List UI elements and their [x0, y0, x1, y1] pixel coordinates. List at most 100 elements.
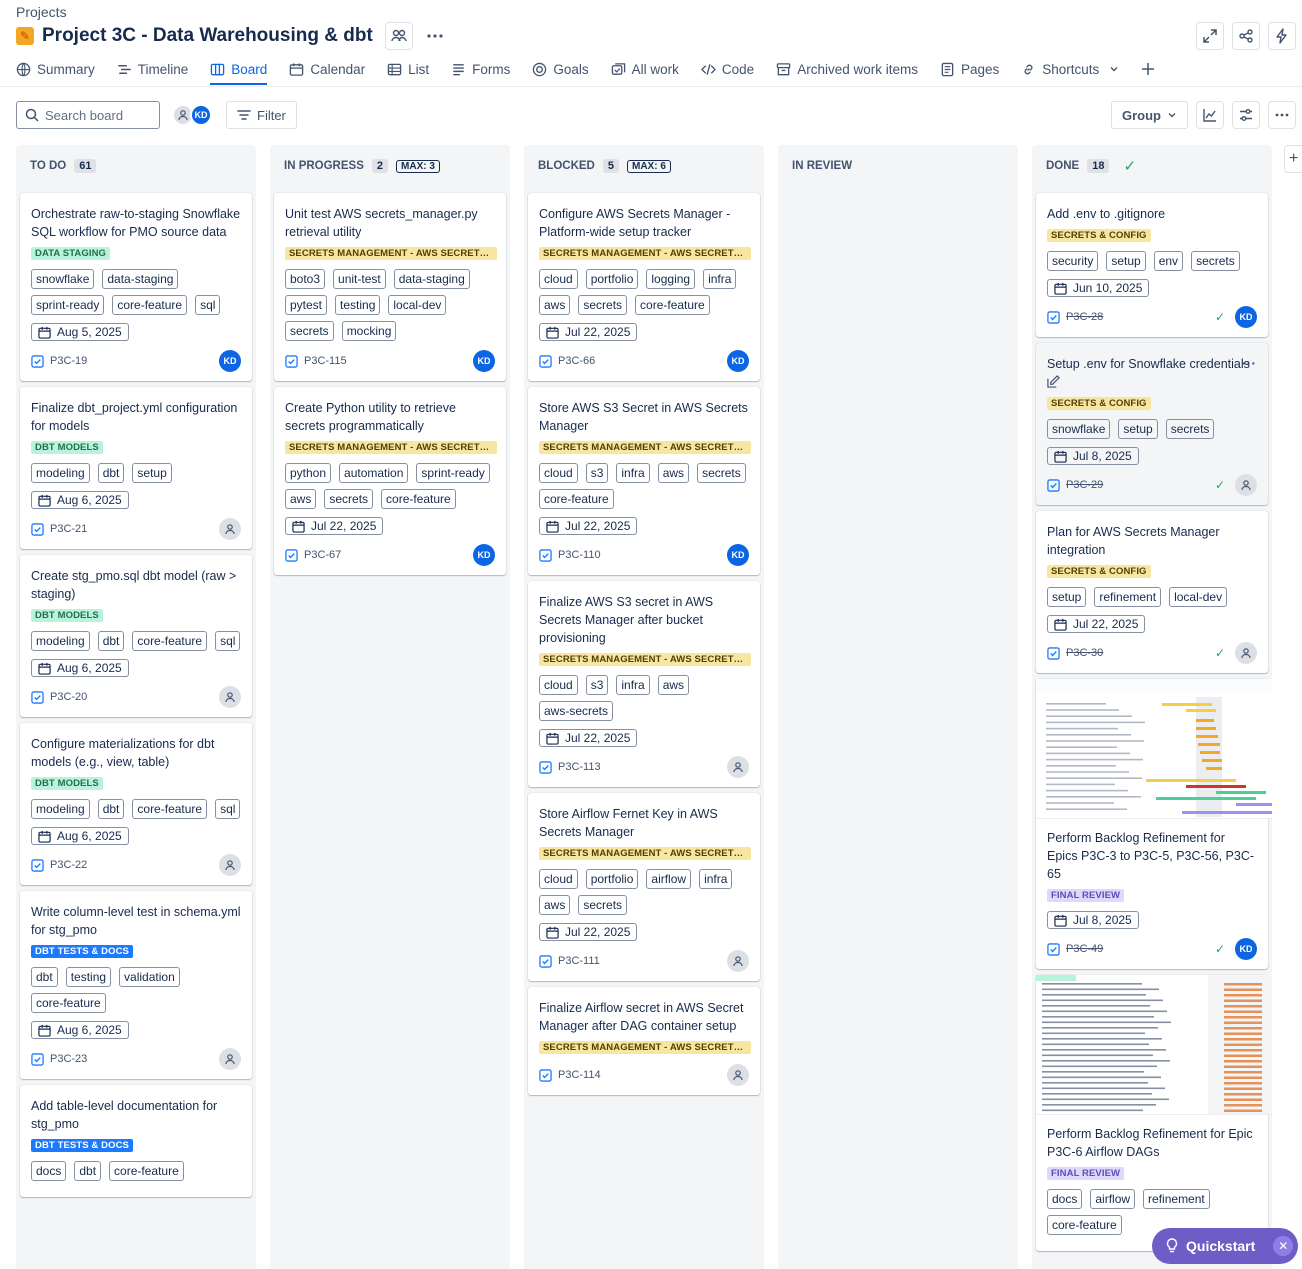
label-tag[interactable]: refinement — [1094, 587, 1162, 607]
due-date[interactable]: Jul 22, 2025 — [539, 729, 638, 747]
label-tag[interactable]: sprint-ready — [31, 295, 105, 315]
issue-card[interactable]: Perform Backlog Refinement for Epics P3C… — [1036, 679, 1272, 969]
issue-key[interactable]: P3C-21 — [31, 522, 87, 536]
avatar[interactable]: KD — [1235, 306, 1257, 328]
issue-key[interactable]: P3C-114 — [539, 1068, 601, 1082]
label-tag[interactable]: core-feature — [132, 799, 208, 819]
label-tag[interactable]: core-feature — [109, 1161, 184, 1181]
label-tag[interactable]: airflow — [1090, 1189, 1136, 1209]
column-header[interactable]: TO DO 61 — [16, 145, 256, 187]
label-tag[interactable]: portfolio — [585, 269, 639, 289]
label-tag[interactable]: secrets — [578, 895, 628, 915]
tab-pages[interactable]: Pages — [940, 56, 999, 82]
label-tag[interactable]: secrets — [1165, 419, 1215, 439]
label-tag[interactable]: aws — [657, 463, 690, 483]
tab-timeline[interactable]: Timeline — [117, 56, 188, 82]
breadcrumb[interactable]: Projects — [16, 4, 67, 20]
automation-button[interactable] — [1268, 22, 1296, 50]
label-tag[interactable]: secrets — [324, 489, 374, 509]
issue-card[interactable]: Unit test AWS secrets_manager.py retriev… — [274, 193, 506, 381]
epic-badge[interactable]: DBT MODELS — [31, 777, 103, 790]
tab-board[interactable]: Board — [210, 56, 268, 85]
label-tag[interactable]: cloud — [539, 269, 578, 289]
label-tag[interactable]: portfolio — [585, 869, 639, 889]
due-date[interactable]: Jul 22, 2025 — [1047, 615, 1146, 633]
label-tag[interactable]: security — [1047, 251, 1099, 271]
label-tag[interactable]: sql — [215, 799, 241, 819]
search-input[interactable]: Search board — [16, 101, 160, 129]
add-tab-button[interactable] — [1141, 56, 1155, 82]
label-tag[interactable]: infra — [699, 869, 733, 889]
label-tag[interactable]: boto3 — [285, 269, 326, 289]
label-tag[interactable]: sprint-ready — [416, 463, 490, 483]
label-tag[interactable]: aws — [539, 295, 571, 315]
due-date[interactable]: Jul 22, 2025 — [285, 517, 384, 535]
issue-card[interactable]: Add .env to .gitignore SECRETS & CONFIG se… — [1036, 193, 1268, 337]
avatar[interactable]: KD — [219, 350, 241, 372]
column-header[interactable]: IN PROGRESS 2 MAX: 3 — [270, 145, 510, 187]
issue-key[interactable]: P3C-29 — [1047, 478, 1103, 492]
epic-badge[interactable]: SECRETS & CONFIG — [1047, 397, 1151, 410]
tab-archived-work-items[interactable]: Archived work items — [776, 56, 918, 82]
label-tag[interactable]: secrets — [285, 321, 334, 341]
view-settings-button[interactable] — [1232, 101, 1260, 129]
fullscreen-button[interactable] — [1196, 22, 1224, 50]
label-tag[interactable]: dbt — [31, 967, 58, 987]
label-tag[interactable]: secrets — [578, 295, 628, 315]
due-date[interactable]: Aug 6, 2025 — [31, 1021, 129, 1039]
issue-key[interactable]: P3C-49 — [1047, 942, 1103, 956]
epic-badge[interactable]: DATA STAGING — [31, 247, 111, 260]
label-tag[interactable]: modeling — [31, 463, 90, 483]
label-tag[interactable]: env — [1153, 251, 1184, 271]
unassigned-avatar[interactable] — [219, 686, 241, 708]
label-tag[interactable]: pytest — [285, 295, 328, 315]
label-tag[interactable]: dbt — [97, 631, 125, 651]
avatar[interactable]: KD — [1235, 938, 1257, 960]
label-tag[interactable]: local-dev — [1169, 587, 1228, 607]
label-tag[interactable]: logging — [646, 269, 696, 289]
label-tag[interactable]: refinement — [1143, 1189, 1210, 1209]
epic-badge[interactable]: FINAL REVIEW — [1047, 889, 1125, 902]
issue-card[interactable]: Perform Backlog Refinement for Epic P3C-… — [1036, 975, 1272, 1251]
due-date[interactable]: Jul 22, 2025 — [539, 517, 638, 535]
label-tag[interactable]: docs — [1047, 1189, 1083, 1209]
unassigned-avatar[interactable] — [1235, 474, 1257, 496]
label-tag[interactable]: s3 — [585, 675, 609, 695]
avatar[interactable]: KD — [727, 544, 749, 566]
avatar[interactable]: KD — [473, 350, 495, 372]
column-header[interactable]: BLOCKED 5 MAX: 6 — [524, 145, 764, 187]
label-tag[interactable]: dbt — [97, 799, 125, 819]
label-tag[interactable]: s3 — [585, 463, 609, 483]
unassigned-avatar[interactable] — [219, 518, 241, 540]
issue-key[interactable]: P3C-28 — [1047, 310, 1103, 324]
issue-card[interactable]: Store Airflow Fernet Key in AWS Secrets … — [528, 793, 760, 981]
avatar[interactable]: KD — [727, 350, 749, 372]
epic-badge[interactable]: SECRETS & CONFIG — [1047, 565, 1151, 578]
label-tag[interactable]: automation — [339, 463, 409, 483]
add-column-button[interactable]: + — [1284, 145, 1302, 173]
due-date[interactable]: Aug 6, 2025 — [31, 659, 129, 677]
issue-card[interactable]: Configure AWS Secrets Manager - Platform… — [528, 193, 760, 381]
unassigned-avatar[interactable] — [727, 1064, 749, 1086]
label-tag[interactable]: core-feature — [539, 489, 614, 509]
label-tag[interactable]: cloud — [539, 869, 578, 889]
issue-card[interactable]: Plan for AWS Secrets Manager integration… — [1036, 511, 1268, 673]
label-tag[interactable]: aws — [539, 895, 571, 915]
epic-badge[interactable]: SECRETS MANAGEMENT - AWS SECRETS... — [539, 441, 751, 454]
label-tag[interactable]: secrets — [697, 463, 746, 483]
unassigned-avatar[interactable] — [727, 756, 749, 778]
label-tag[interactable]: setup — [1118, 419, 1158, 439]
label-tag[interactable]: setup — [1106, 251, 1146, 271]
issue-card[interactable]: ··· Setup .env for Snowflake credentials … — [1036, 343, 1268, 505]
epic-badge[interactable]: SECRETS MANAGEMENT - AWS SECRETS... — [539, 847, 751, 860]
board-more-button[interactable] — [1268, 101, 1296, 129]
issue-key[interactable]: P3C-115 — [285, 354, 347, 368]
due-date[interactable]: Jul 8, 2025 — [1047, 911, 1139, 929]
unassigned-avatar[interactable] — [1235, 642, 1257, 664]
label-tag[interactable]: setup — [132, 463, 172, 483]
epic-badge[interactable]: SECRETS MANAGEMENT - AWS SECRETS... — [285, 247, 497, 260]
issue-card[interactable]: Finalize AWS S3 secret in AWS Secrets Ma… — [528, 581, 760, 787]
label-tag[interactable]: airflow — [646, 869, 692, 889]
issue-card[interactable]: Create Python utility to retrieve secret… — [274, 387, 506, 575]
label-tag[interactable]: testing — [65, 967, 112, 987]
